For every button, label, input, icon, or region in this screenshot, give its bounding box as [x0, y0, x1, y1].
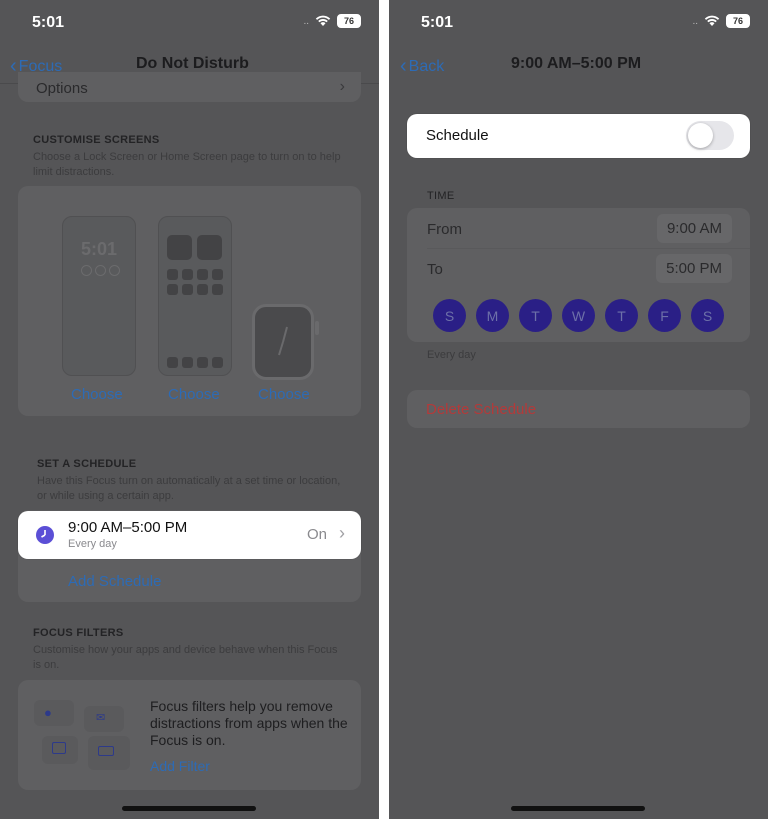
schedule-detail-screen: 5:01 .. 76 ‹ Back 9:00 AM–5:00 PM Schedu…: [389, 0, 768, 819]
chevron-right-icon: ›: [339, 78, 345, 95]
schedule-item-subtitle: Every day: [68, 538, 117, 550]
schedule-subtitle: Have this Focus turn on automatically at…: [37, 475, 341, 502]
customise-subtitle: Choose a Lock Screen or Home Screen page…: [33, 151, 341, 178]
delete-schedule-button[interactable]: Delete Schedule: [426, 401, 536, 418]
chevron-right-icon: ›: [339, 523, 345, 543]
widget-block: [197, 235, 222, 260]
focus-filters-subtitle: Customise how your apps and device behav…: [33, 644, 338, 671]
app-grid: [167, 269, 223, 295]
day-toggle-thursday[interactable]: T: [605, 299, 638, 332]
chat-bubble-icon: ●: [44, 705, 52, 720]
from-time-picker[interactable]: 9:00 AM: [656, 214, 732, 243]
home-indicator: [122, 806, 256, 811]
watch-clock-icon: [278, 326, 288, 356]
choose-home-screen-button[interactable]: Choose: [168, 386, 220, 403]
from-label: From: [427, 221, 462, 238]
battery-icon: 76: [337, 14, 361, 28]
time-header: TIME: [427, 190, 455, 202]
schedule-item-time: 9:00 AM–5:00 PM: [68, 519, 188, 536]
chevron-left-icon: ‹: [400, 55, 407, 77]
watch-crown: [315, 321, 319, 335]
time-card: From 9:00 AM To 5:00 PM S M T W T F S: [407, 208, 750, 342]
day-toggle-wednesday[interactable]: W: [562, 299, 595, 332]
back-label: Back: [408, 57, 445, 75]
customise-screens-card: 5:01 Choose Choose Choose: [18, 186, 361, 416]
focus-settings-screen: 5:01 .. 76 ‹ Focus Do Not Disturb Option…: [0, 0, 379, 819]
row-divider: [427, 248, 750, 249]
day-toggle-monday[interactable]: M: [476, 299, 509, 332]
schedule-toggle-row[interactable]: Schedule: [407, 114, 750, 158]
choose-watch-face-button[interactable]: Choose: [258, 386, 310, 403]
options-label: Options: [36, 80, 88, 97]
low-power-icon: [98, 746, 114, 756]
chevron-left-icon: ‹: [10, 55, 17, 77]
calendar-icon: [52, 742, 66, 754]
dock: [167, 357, 223, 368]
clock-icon: [36, 526, 54, 544]
schedule-toggle-switch[interactable]: [686, 121, 734, 150]
lock-screen-clock: 5:01: [80, 239, 118, 259]
wifi-icon: [704, 15, 720, 26]
day-toggle-sunday[interactable]: S: [433, 299, 466, 332]
lock-widgets: [81, 265, 120, 276]
status-icons: .. 76: [303, 14, 361, 28]
add-schedule-button[interactable]: Add Schedule: [68, 573, 161, 590]
to-label: To: [427, 261, 443, 278]
focus-filters-card: ● ✉ Focus filters help you remove distra…: [18, 680, 361, 790]
add-filter-button[interactable]: Add Filter: [150, 758, 210, 774]
home-screen-preview[interactable]: [158, 216, 232, 376]
schedule-item-status: On: [306, 526, 327, 543]
choose-lock-screen-button[interactable]: Choose: [71, 386, 123, 403]
focus-filters-description: Focus filters help you remove distractio…: [150, 698, 348, 748]
status-time: 5:01: [421, 14, 454, 31]
repeat-note: Every day: [427, 349, 476, 361]
mail-icon: ✉: [96, 712, 106, 724]
status-icons: .. 76: [692, 14, 750, 28]
watch-face-preview[interactable]: [252, 304, 319, 380]
to-time-picker[interactable]: 5:00 PM: [656, 254, 732, 283]
back-button[interactable]: ‹ Back: [400, 55, 444, 78]
focus-filters-header: FOCUS FILTERS: [33, 627, 124, 639]
lock-screen-preview[interactable]: 5:01: [62, 216, 136, 376]
signal-icon: ..: [692, 15, 698, 27]
schedule-header: SET A SCHEDULE: [37, 458, 137, 470]
message-filter-tile: ●: [34, 700, 74, 726]
delete-schedule-row[interactable]: Delete Schedule: [407, 390, 750, 428]
customise-header: CUSTOMISE SCREENS: [33, 134, 160, 146]
mail-filter-tile: ✉: [84, 706, 124, 732]
day-toggle-friday[interactable]: F: [648, 299, 681, 332]
page-title: Do Not Disturb: [136, 55, 249, 72]
schedule-item[interactable]: 9:00 AM–5:00 PM Every day On ›: [18, 511, 361, 559]
page-title: 9:00 AM–5:00 PM: [511, 55, 642, 72]
battery-filter-tile: [88, 736, 130, 770]
day-toggle-saturday[interactable]: S: [691, 299, 724, 332]
home-indicator: [511, 806, 645, 811]
weekday-selector: S M T W T F S: [433, 299, 724, 332]
options-row[interactable]: Options ›: [18, 72, 361, 102]
signal-icon: ..: [303, 15, 309, 27]
day-toggle-tuesday[interactable]: T: [519, 299, 552, 332]
toggle-knob: [688, 123, 713, 148]
widget-block: [167, 235, 192, 260]
schedule-toggle-label: Schedule: [426, 127, 489, 144]
wifi-icon: [315, 15, 331, 26]
battery-icon: 76: [726, 14, 750, 28]
calendar-filter-tile: [42, 736, 78, 764]
status-time: 5:01: [32, 14, 65, 31]
